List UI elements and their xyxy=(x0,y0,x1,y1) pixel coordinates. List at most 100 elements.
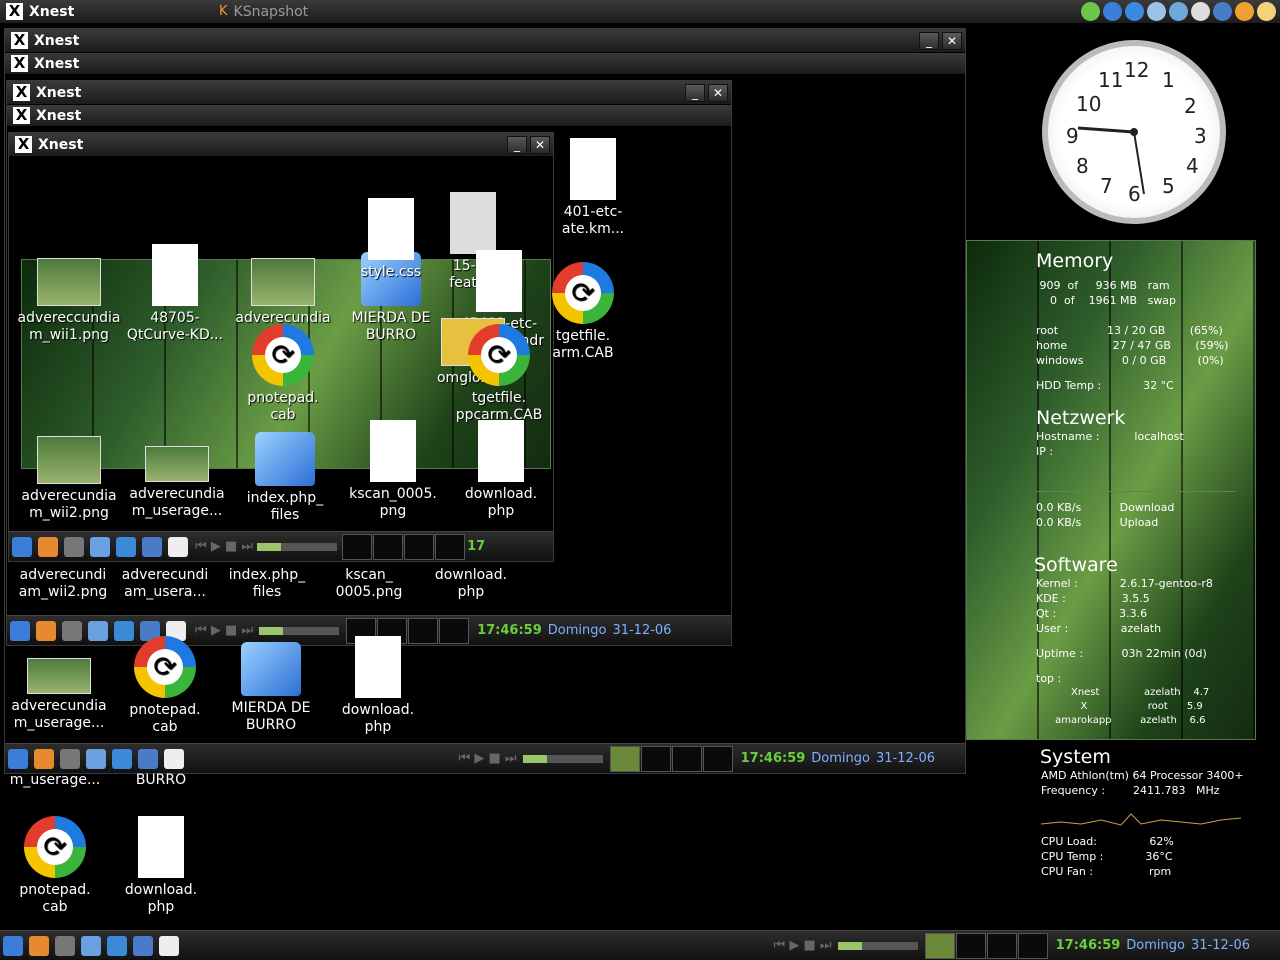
browser-icon[interactable] xyxy=(112,748,132,769)
home-icon[interactable] xyxy=(36,620,56,641)
panel-clock[interactable]: 17:46:59 xyxy=(1056,938,1121,953)
kde-icon[interactable] xyxy=(1257,2,1276,21)
apps-icon[interactable] xyxy=(55,935,75,956)
volume-slider[interactable] xyxy=(257,542,338,551)
task-empty-1[interactable] xyxy=(955,932,986,959)
task-empty-3[interactable] xyxy=(702,745,733,772)
icon-label: adverecundia m_userage... xyxy=(129,486,225,519)
home-icon[interactable] xyxy=(34,748,54,769)
notes-icon[interactable] xyxy=(168,536,188,557)
window3-titlebar[interactable]: X Xnest _ ✕ xyxy=(9,133,553,157)
desktop-icon[interactable]: download. php xyxy=(325,636,431,736)
desktop-icon[interactable]: adverecundia m_userage... xyxy=(6,658,112,732)
task-empty-1[interactable] xyxy=(640,745,671,772)
settings-icon[interactable] xyxy=(81,935,101,956)
task-empty-2[interactable] xyxy=(373,533,404,560)
desktop-icon[interactable]: adverecundi am_usera... xyxy=(112,567,218,601)
icon-label: download. php xyxy=(434,567,508,600)
kmenu-icon[interactable] xyxy=(12,536,32,557)
desktop-icon[interactable]: m_userage... xyxy=(2,772,108,789)
volume-icon[interactable] xyxy=(1169,2,1188,21)
tray-icon-2[interactable] xyxy=(1103,2,1122,21)
ksnapshot-label[interactable]: KSnapshot xyxy=(234,4,1081,20)
task-empty-2[interactable] xyxy=(986,932,1017,959)
clock-number-8: 8 xyxy=(1076,154,1089,178)
volume-slider[interactable] xyxy=(259,626,340,635)
minimize-button[interactable]: _ xyxy=(507,135,527,154)
task-empty-2[interactable] xyxy=(671,745,702,772)
window1-titlebar[interactable]: X Xnest _ ✕ xyxy=(5,29,965,53)
icon-label: adverecundia m_wii2.png xyxy=(21,488,117,521)
desktop-icon[interactable]: pnotepad. cab xyxy=(112,636,218,736)
volume-slider[interactable] xyxy=(522,754,603,763)
settings-icon[interactable] xyxy=(86,748,106,769)
desktop-icon[interactable]: index.php_ files xyxy=(232,432,338,524)
desktop-icon[interactable]: download. php xyxy=(448,420,554,520)
apps-icon[interactable] xyxy=(62,620,82,641)
desktop-icon[interactable]: pnotepad. cab xyxy=(230,324,336,424)
task-xnest[interactable] xyxy=(609,745,640,772)
media-controls-icon[interactable]: ⏮ ▶ ■ ⏭ xyxy=(459,751,517,766)
task-xnest[interactable] xyxy=(924,932,955,959)
task-empty-4[interactable] xyxy=(435,533,466,560)
media-controls-icon[interactable]: ⏮ ▶ ■ ⏭ xyxy=(195,539,253,554)
settings-icon[interactable] xyxy=(90,536,110,557)
desktop-icon[interactable]: kscan_ 0005.png xyxy=(316,567,422,601)
calendar-icon[interactable] xyxy=(1213,2,1232,21)
task-empty-1[interactable] xyxy=(342,533,373,560)
desktop-icon[interactable]: tgetfile. arm.CAB xyxy=(530,262,636,362)
desktop-icon[interactable]: 48705- QtCurve-KD... xyxy=(122,244,228,344)
close-button[interactable]: ✕ xyxy=(942,31,962,50)
desktop-icon[interactable]: pnotepad. cab xyxy=(2,816,108,916)
home-icon[interactable] xyxy=(29,935,49,956)
desktop-icon[interactable]: download. php xyxy=(108,816,214,916)
desktop-icon[interactable]: kscan_0005. png xyxy=(340,420,446,520)
cab-package-icon xyxy=(552,262,614,324)
kmenu-icon[interactable] xyxy=(10,620,30,641)
network-icon[interactable] xyxy=(138,748,158,769)
desktop-icon[interactable]: adverecundi am_wii2.png xyxy=(10,567,116,601)
network-icon[interactable] xyxy=(142,536,162,557)
desktop-icon[interactable]: adverecundia m_userage... xyxy=(124,446,230,520)
desktop-icon[interactable]: adverecundia xyxy=(230,258,336,327)
minimize-button[interactable]: _ xyxy=(919,31,939,50)
browser-icon[interactable] xyxy=(116,536,136,557)
top-app-label[interactable]: Xnest xyxy=(29,4,219,20)
desktop-icon[interactable]: 401-etc- ate.km... xyxy=(540,138,646,238)
apps-icon[interactable] xyxy=(64,536,84,557)
apps-icon[interactable] xyxy=(60,748,80,769)
desktop-icon[interactable]: download. php xyxy=(418,567,524,601)
notes-icon[interactable] xyxy=(164,748,184,769)
close-button[interactable]: ✕ xyxy=(708,83,728,102)
tray-icon-4[interactable] xyxy=(1147,2,1166,21)
window2-titlebar[interactable]: X Xnest _ ✕ xyxy=(7,81,731,105)
desktop-icon[interactable]: advereccundia m_wii1.png xyxy=(16,258,122,344)
kmenu-icon[interactable] xyxy=(3,935,23,956)
icon-label: advereccundia m_wii1.png xyxy=(17,310,121,343)
notes-icon[interactable] xyxy=(159,935,179,956)
desktop-icon[interactable]: BURRO xyxy=(108,772,214,789)
kmenu-icon[interactable] xyxy=(8,748,28,769)
network-icon[interactable] xyxy=(133,935,153,956)
desktop-icon[interactable]: MIERDA DE BURRO xyxy=(218,642,324,734)
task-empty-3[interactable] xyxy=(1017,932,1048,959)
home-icon[interactable] xyxy=(38,536,58,557)
settings-icon[interactable] xyxy=(88,620,108,641)
task-empty-3[interactable] xyxy=(404,533,435,560)
task-empty-4[interactable] xyxy=(439,617,470,644)
tray-icon-1[interactable] xyxy=(1081,2,1100,21)
volume-slider[interactable] xyxy=(837,941,918,950)
search-icon[interactable] xyxy=(1191,2,1210,21)
panel-clock[interactable]: 17:46:59 xyxy=(477,623,542,638)
panel-clock[interactable]: 17:46:59 xyxy=(741,751,806,766)
system-tray xyxy=(1081,2,1276,21)
media-controls-icon[interactable]: ⏮ ▶ ■ ⏭ xyxy=(774,938,832,953)
desktop-icon[interactable]: index.php_ files xyxy=(214,567,320,601)
tray-icon-3[interactable] xyxy=(1125,2,1144,21)
minimize-button[interactable]: _ xyxy=(685,83,705,102)
panel-clock-partial[interactable]: 17 xyxy=(467,539,485,554)
top-bar: X Xnest K KSnapshot xyxy=(0,0,1280,24)
desktop-icon[interactable]: adverecundia m_wii2.png xyxy=(16,436,122,522)
browser-icon[interactable] xyxy=(107,935,127,956)
folder-icon[interactable] xyxy=(1235,2,1254,21)
